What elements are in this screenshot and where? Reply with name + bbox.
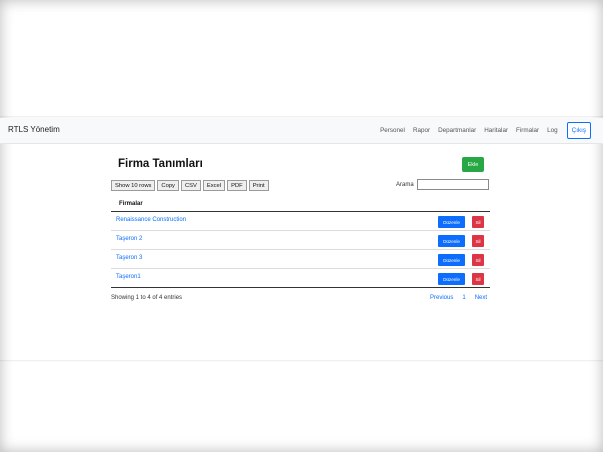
pdf-button[interactable]: PDF (227, 180, 247, 191)
next-page-button[interactable]: Next (475, 295, 487, 301)
previous-page-button[interactable]: Previous (430, 295, 453, 301)
edit-button[interactable]: Düzenle (438, 273, 465, 285)
nav-link-firmalar[interactable]: Firmalar (516, 127, 539, 134)
companies-table: Firmalar Renaissance Construction Düzenl… (111, 196, 490, 288)
add-button[interactable]: Ekle (462, 157, 484, 172)
show-rows-button[interactable]: Show 10 rows (111, 180, 156, 191)
edit-button[interactable]: Düzenle (438, 235, 465, 247)
page-1-button[interactable]: 1 (462, 295, 465, 301)
table-info: Showing 1 to 4 of 4 entries (111, 295, 183, 301)
brand[interactable]: RTLS Yönetim (8, 125, 60, 134)
excel-button[interactable]: Excel (202, 180, 226, 191)
table-row: Renaissance Construction Düzenle Sil (111, 212, 490, 231)
search-label: Arama (396, 182, 414, 188)
print-button[interactable]: Print (248, 180, 269, 191)
nav-link-personel[interactable]: Personel (380, 127, 405, 134)
page-title: Firma Tanımları (118, 158, 203, 170)
table-header[interactable]: Firmalar (111, 196, 490, 212)
edit-button[interactable]: Düzenle (438, 216, 465, 228)
edit-button[interactable]: Düzenle (438, 254, 465, 266)
nav-link-rapor[interactable]: Rapor (413, 127, 430, 134)
pagination: Previous 1 Next (430, 295, 487, 301)
company-link[interactable]: Taşeron 3 (116, 255, 142, 261)
nav-link-haritalar[interactable]: Haritalar (484, 127, 508, 134)
delete-button[interactable]: Sil (472, 235, 484, 247)
company-link[interactable]: Taşeron1 (116, 274, 141, 280)
export-toolbar: Show 10 rows Copy CSV Excel PDF Print (111, 180, 271, 191)
navbar: RTLS Yönetim Personel Rapor Departmanlar… (0, 118, 603, 144)
company-link[interactable]: Renaissance Construction (116, 217, 186, 223)
nav-link-log[interactable]: Log (547, 127, 558, 134)
csv-button[interactable]: CSV (180, 180, 201, 191)
copy-button[interactable]: Copy (157, 180, 179, 191)
divider (0, 360, 603, 362)
nav-links: Personel Rapor Departmanlar Haritalar Fi… (372, 122, 591, 139)
company-link[interactable]: Taşeron 2 (116, 236, 142, 242)
delete-button[interactable]: Sil (472, 216, 484, 228)
search-input[interactable] (417, 179, 489, 190)
logout-button[interactable]: Çıkış (566, 122, 591, 139)
table-row: Taşeron 3 Düzenle Sil (111, 250, 490, 269)
delete-button[interactable]: Sil (472, 254, 484, 266)
nav-link-departmanlar[interactable]: Departmanlar (438, 127, 476, 134)
delete-button[interactable]: Sil (472, 273, 484, 285)
table-row: Taşeron 2 Düzenle Sil (111, 231, 490, 250)
table-row: Taşeron1 Düzenle Sil (111, 269, 490, 288)
